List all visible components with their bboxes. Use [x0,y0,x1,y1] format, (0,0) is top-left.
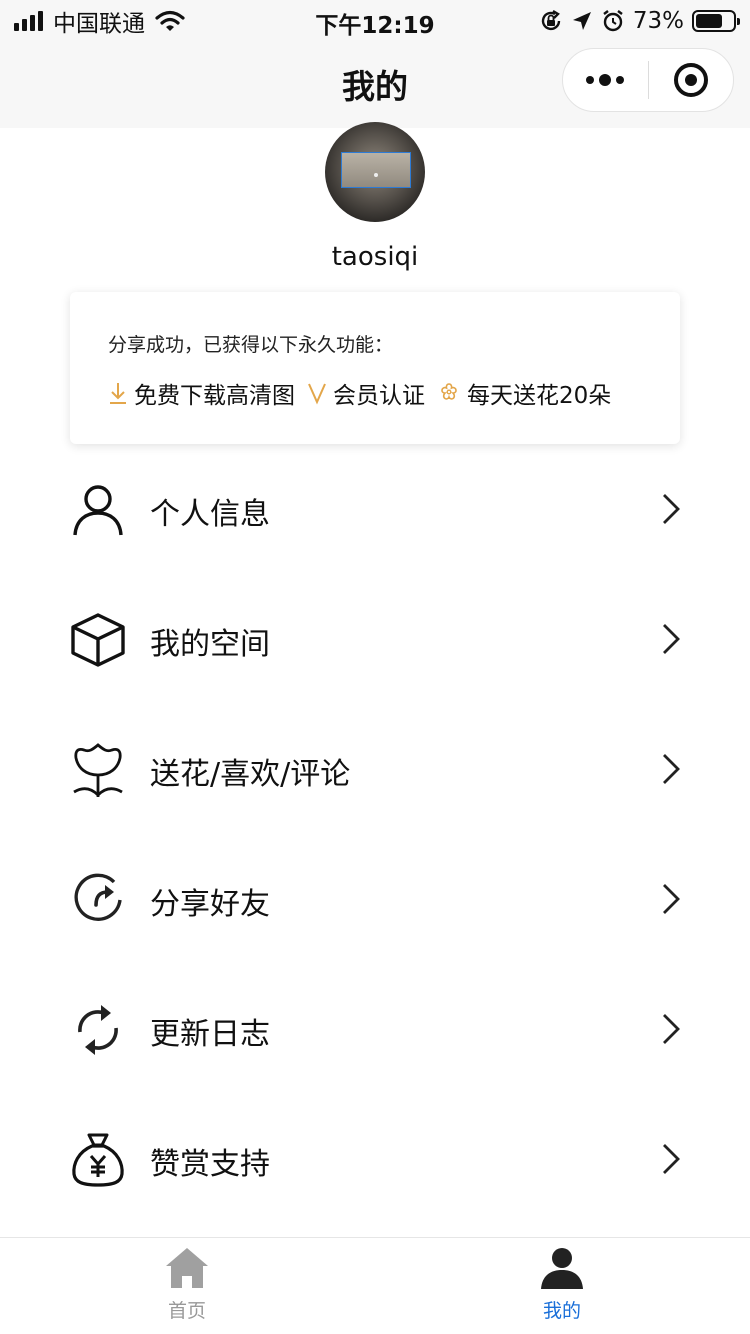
menu-item-tip-support[interactable]: 赞赏支持 [0,1094,750,1224]
username: taosiqi [331,242,419,272]
menu-item-my-space[interactable]: 我的空间 [0,574,750,704]
share-reward-card: 分享成功，已获得以下永久功能： 免费下载高清图 会员认证 每天送花20朵 [70,292,680,444]
vip-v-icon [308,383,326,405]
flower-icon [441,383,457,400]
download-icon [110,383,126,404]
mini-program-capsule [562,48,734,112]
tab-label: 我的 [542,1300,581,1322]
menu-label: 更新日志 [150,1017,270,1052]
status-bar: 中国联通 下午12:19 73% [0,0,750,40]
user-icon [73,485,123,536]
menu-label: 分享好友 [150,887,270,922]
tulip-icon [73,743,123,797]
chevron-right-icon [663,494,680,524]
perk-label: 免费下载高清图 [134,383,295,409]
status-right: 73% [539,6,740,36]
menu-label: 个人信息 [150,497,270,532]
nav-bar: 我的 [0,40,750,128]
sync-icon [78,1005,118,1055]
menu-item-flowers-likes-comments[interactable]: 送花/喜欢/评论 [0,704,750,834]
chevron-right-icon [663,754,680,784]
menu-label: 赞赏支持 [150,1147,270,1182]
perk-label: 会员认证 [333,383,425,409]
more-dots-icon [586,74,625,86]
perk-flower: 每天送花20朵 [437,376,611,410]
menu-item-share-friends[interactable]: 分享好友 [0,834,750,964]
battery-level [696,14,723,28]
tab-profile[interactable]: 我的 [502,1238,622,1334]
tab-bar: 首页 我的 [0,1237,750,1334]
location-icon [572,12,591,30]
close-target-icon [673,63,708,97]
perk-list: 免费下载高清图 会员认证 每天送花20朵 [108,376,623,410]
menu-label: 送花/喜欢/评论 [150,757,351,792]
tab-label: 首页 [167,1300,206,1322]
share-refresh-icon [74,873,122,921]
chevron-right-icon [663,884,680,914]
profile-menu: 个人信息 我的空间 送花/喜欢/评论 分享好友 更新日志 赞赏支持 [0,444,750,1224]
money-bag-icon [72,1133,124,1187]
avatar[interactable] [325,122,425,222]
box-icon [71,613,125,667]
tab-home[interactable]: 首页 [127,1238,247,1334]
battery-percent: 73% [632,8,684,34]
menu-label: 我的空间 [150,627,270,662]
chevron-right-icon [663,624,680,654]
rotation-lock-icon [541,9,561,31]
perk-download: 免费下载高清图 [108,376,295,410]
profile-icon [541,1248,583,1289]
menu-item-changelog[interactable]: 更新日志 [0,964,750,1094]
perk-vip: 会员认证 [307,376,425,410]
more-button[interactable] [563,49,648,111]
menu-item-personal-info[interactable]: 个人信息 [0,444,750,574]
alarm-icon [603,10,623,32]
close-button[interactable] [649,49,734,111]
share-reward-text: 分享成功，已获得以下永久功能： [108,334,394,356]
chevron-right-icon [663,1014,680,1044]
chevron-right-icon [663,1144,680,1174]
home-icon [166,1248,208,1288]
battery-icon [692,10,740,32]
perk-label: 每天送花20朵 [467,383,612,409]
